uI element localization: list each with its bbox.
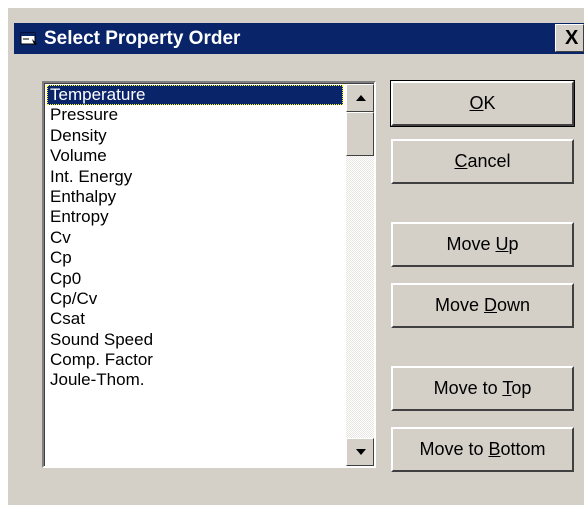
property-list-item[interactable]: Cp/Cv: [47, 289, 343, 309]
cancel-label-post: ancel: [467, 151, 511, 171]
property-list-item[interactable]: Comp. Factor: [47, 350, 343, 370]
window-title: Select Property Order: [44, 28, 241, 49]
property-list-item[interactable]: Density: [47, 126, 343, 146]
ok-button[interactable]: OK: [390, 80, 575, 127]
scroll-thumb[interactable]: [346, 112, 374, 156]
move-up-button[interactable]: Move Up: [391, 222, 574, 267]
property-list-item[interactable]: Sound Speed: [47, 330, 343, 350]
move-top-label-post: op: [511, 378, 532, 398]
move-bottom-label-post: ottom: [500, 439, 546, 459]
property-list-item[interactable]: Cp0: [47, 269, 343, 289]
vertical-scrollbar[interactable]: [346, 84, 374, 466]
move-up-label-post: p: [508, 234, 519, 254]
property-list-item[interactable]: Cv: [47, 228, 343, 248]
close-icon: X: [565, 27, 579, 49]
move-up-label-key: U: [495, 234, 509, 254]
property-list-item[interactable]: Entropy: [47, 207, 343, 227]
close-button[interactable]: X: [555, 24, 584, 52]
property-list-item[interactable]: Int. Energy: [47, 167, 343, 187]
ok-label-key: O: [469, 93, 484, 113]
property-list-items: Temperature Pressure Density Volume Int. Ene…: [47, 85, 343, 391]
cancel-button[interactable]: Cancel: [391, 139, 574, 184]
property-list-frame: Temperature Pressure Density Volume Int. Ene…: [44, 83, 374, 466]
property-list-item[interactable]: Cp: [47, 248, 343, 268]
move-bottom-label-key: B: [488, 439, 501, 459]
move-down-label-pre: Move: [434, 295, 484, 315]
property-list-item[interactable]: Csat: [47, 309, 343, 329]
property-list-item[interactable]: Joule-Thom.: [47, 370, 343, 390]
move-top-label-key: T: [502, 378, 512, 398]
move-top-label-pre: Move to: [433, 378, 503, 398]
move-to-bottom-button[interactable]: Move to Bottom: [391, 427, 574, 472]
ok-label-post: K: [483, 93, 496, 113]
window-app-icon: [20, 30, 38, 46]
up-arrow-icon: [356, 95, 366, 101]
move-down-label-post: own: [497, 295, 531, 315]
property-list-item[interactable]: Enthalpy: [47, 187, 343, 207]
scroll-down-button[interactable]: [346, 438, 374, 466]
move-up-label-pre: Move: [446, 234, 496, 254]
cancel-label-key: C: [454, 151, 468, 171]
title-bar[interactable]: Select Property Order: [14, 23, 584, 54]
move-to-top-button[interactable]: Move to Top: [391, 366, 574, 411]
property-list-item[interactable]: Volume: [47, 146, 343, 166]
property-list[interactable]: Temperature Pressure Density Volume Int. Ene…: [42, 81, 376, 468]
down-arrow-icon: [356, 449, 366, 455]
scroll-up-button[interactable]: [346, 84, 374, 112]
move-down-button[interactable]: Move Down: [391, 283, 574, 328]
move-down-label-key: D: [484, 295, 497, 315]
property-list-item[interactable]: Temperature: [47, 85, 343, 106]
property-list-item[interactable]: Pressure: [47, 105, 343, 125]
move-bottom-label-pre: Move to: [419, 439, 489, 459]
